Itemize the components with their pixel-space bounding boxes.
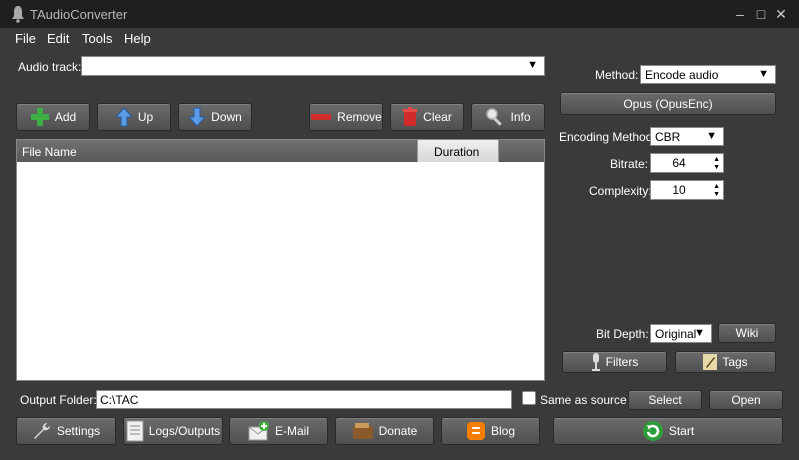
method-value: Encode audio <box>645 67 719 82</box>
down-label: Down <box>211 110 242 124</box>
tags-label: Tags <box>722 355 748 369</box>
menu-tools[interactable]: Tools <box>82 31 112 46</box>
minus-icon <box>311 114 332 120</box>
audio-track-label: Audio track: <box>18 60 82 74</box>
column-duration-header[interactable]: Duration <box>417 140 499 162</box>
window-title: TAudioConverter <box>30 7 128 22</box>
wallet-icon <box>352 423 373 439</box>
microphone-icon <box>591 353 600 371</box>
menu-help[interactable]: Help <box>124 31 151 46</box>
filters-label: Filters <box>605 355 639 369</box>
donate-label: Donate <box>378 424 418 438</box>
blog-label: Blog <box>490 424 516 438</box>
logs-label: Logs/Outputs <box>148 424 221 438</box>
encoding-method-value: CBR <box>655 129 681 144</box>
spin-up-icon[interactable]: ▲ <box>713 183 720 190</box>
spin-down-icon[interactable]: ▼ <box>713 164 720 171</box>
file-list-header: File Name Duration <box>17 140 544 162</box>
bitrate-label: Bitrate: <box>610 157 649 171</box>
spin-down-icon[interactable]: ▼ <box>713 191 720 198</box>
down-button[interactable]: Down <box>178 103 252 131</box>
column-duration: Duration <box>434 145 480 159</box>
donate-button[interactable]: Donate <box>335 417 434 445</box>
settings-label: Settings <box>56 424 101 438</box>
document-icon <box>126 420 144 442</box>
wiki-label: Wiki <box>735 326 759 340</box>
bell-icon <box>12 6 24 23</box>
chevron-down-icon: ▼ <box>706 130 717 142</box>
select-label: Select <box>648 393 682 407</box>
codec-button[interactable]: Opus (OpusEnc) <box>560 92 776 115</box>
complexity-label: Complexity: <box>589 184 652 198</box>
arrow-down-icon <box>188 107 207 127</box>
output-folder-label: Output Folder: <box>20 393 97 407</box>
clear-button[interactable]: Clear <box>390 103 464 131</box>
start-button[interactable]: Start <box>553 417 783 445</box>
email-label: E-Mail <box>274 424 309 438</box>
minimize-button[interactable]: – <box>730 4 750 24</box>
wrench-icon <box>33 423 50 439</box>
file-list[interactable]: File Name Duration <box>16 139 545 381</box>
mail-plus-icon <box>248 421 269 441</box>
magnifier-icon <box>486 108 503 126</box>
maximize-button[interactable]: □ <box>751 4 771 24</box>
logs-button[interactable]: Logs/Outputs <box>123 417 223 445</box>
up-button[interactable]: Up <box>97 103 171 131</box>
up-label: Up <box>137 110 154 124</box>
chevron-down-icon: ▼ <box>694 327 705 339</box>
output-folder-input[interactable]: C:\TAC <box>96 390 512 409</box>
open-button[interactable]: Open <box>709 390 783 410</box>
info-button[interactable]: Info <box>471 103 545 131</box>
chevron-down-icon: ▼ <box>758 68 769 80</box>
wiki-button[interactable]: Wiki <box>718 323 776 343</box>
spin-up-icon[interactable]: ▲ <box>713 156 720 163</box>
same-as-source-checkbox[interactable] <box>522 391 536 405</box>
bitrate-value: 64 <box>672 156 686 170</box>
output-folder-value: C:\TAC <box>100 392 139 407</box>
chevron-down-icon: ▼ <box>527 59 538 71</box>
menu-edit[interactable]: Edit <box>47 31 69 46</box>
clear-label: Clear <box>423 110 452 124</box>
info-label: Info <box>510 110 531 124</box>
same-as-source-label: Same as source <box>540 393 627 407</box>
blogger-icon <box>466 422 485 440</box>
plus-icon <box>30 108 49 126</box>
blog-button[interactable]: Blog <box>441 417 540 445</box>
bit-depth-label: Bit Depth: <box>596 327 649 341</box>
email-button[interactable]: E-Mail <box>229 417 328 445</box>
bit-depth-value: Original <box>655 326 697 341</box>
refresh-icon <box>642 421 663 441</box>
filters-button[interactable]: Filters <box>562 351 667 373</box>
pencil-icon <box>703 354 718 370</box>
bit-depth-select[interactable]: Original ▼ <box>650 324 712 343</box>
codec-label: Opus (OpusEnc) <box>623 96 713 111</box>
open-label: Open <box>731 393 761 407</box>
tags-button[interactable]: Tags <box>675 351 776 373</box>
start-label: Start <box>668 424 695 438</box>
method-label: Method: <box>595 68 639 82</box>
encoding-method-label: Encoding Method: <box>559 130 656 144</box>
remove-button[interactable]: Remove <box>309 103 383 131</box>
trash-icon <box>403 107 418 126</box>
column-file-name[interactable]: File Name <box>22 145 77 159</box>
remove-label: Remove <box>337 110 382 124</box>
select-button[interactable]: Select <box>628 390 702 410</box>
menu-bar <box>0 28 799 50</box>
encoding-method-select[interactable]: CBR ▼ <box>650 127 724 146</box>
complexity-spinbox[interactable]: 10 ▲ ▼ <box>650 180 724 200</box>
method-select[interactable]: Encode audio ▼ <box>640 65 776 84</box>
add-label: Add <box>54 110 77 124</box>
complexity-value: 10 <box>672 183 686 197</box>
settings-button[interactable]: Settings <box>16 417 116 445</box>
add-button[interactable]: Add <box>16 103 90 131</box>
audio-track-select[interactable]: ▼ <box>81 56 545 76</box>
bitrate-spinbox[interactable]: 64 ▲ ▼ <box>650 153 724 173</box>
menu-file[interactable]: File <box>15 31 36 46</box>
close-button[interactable]: ✕ <box>771 4 791 24</box>
arrow-up-icon <box>114 107 133 127</box>
